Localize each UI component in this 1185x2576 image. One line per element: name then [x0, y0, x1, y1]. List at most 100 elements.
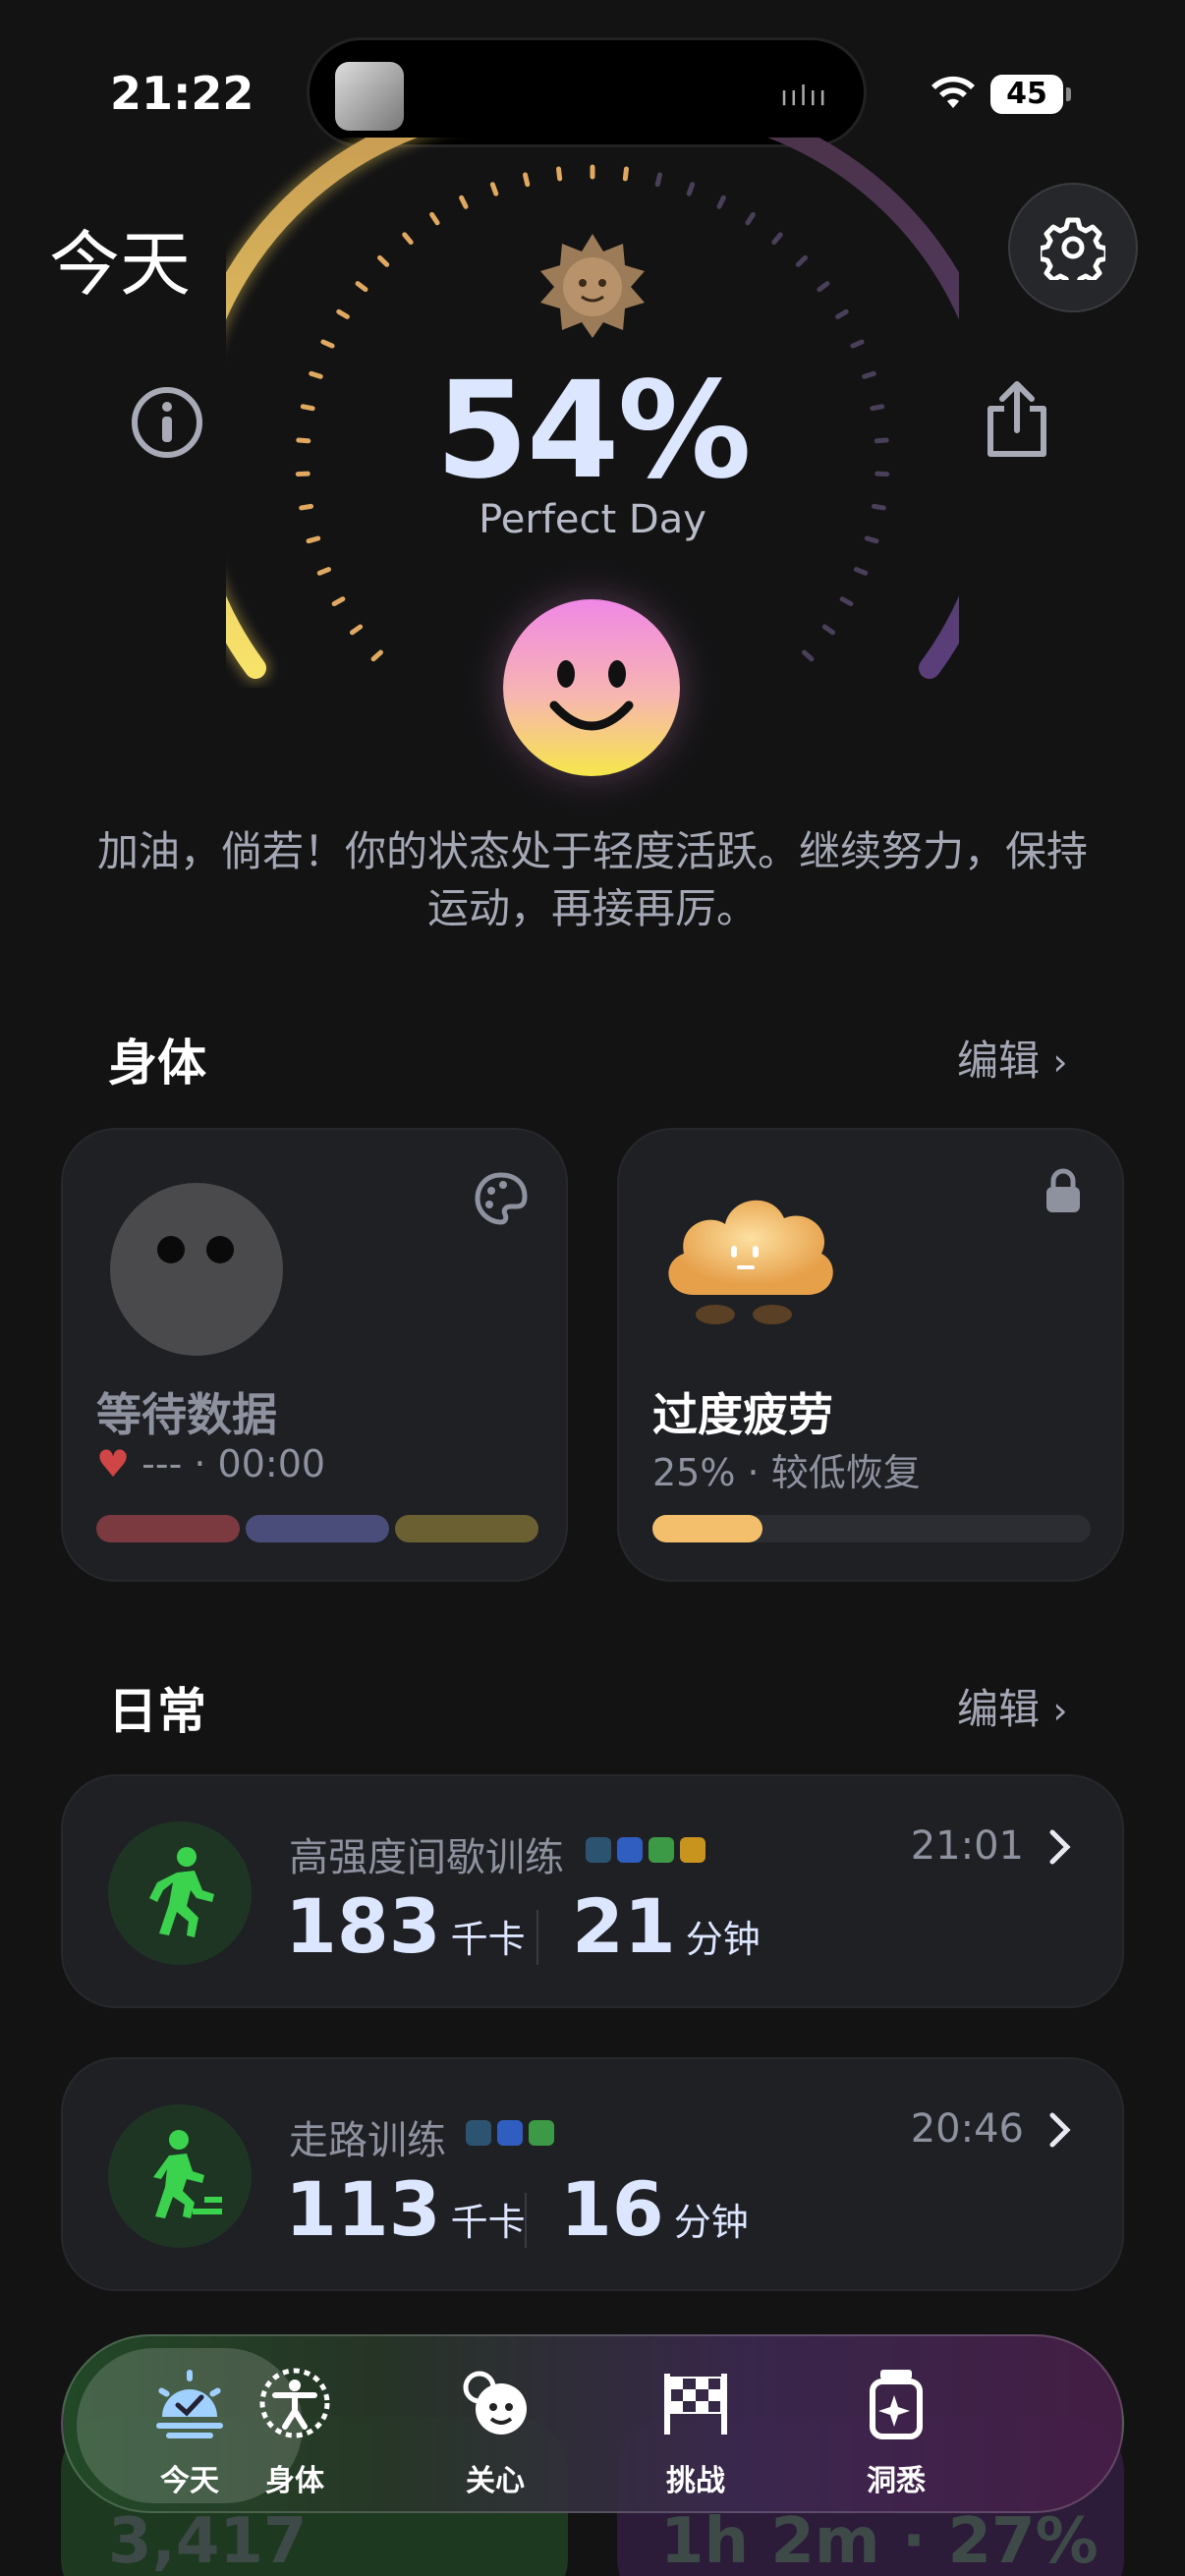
battery-indicator: 45: [990, 75, 1071, 114]
tab-label: 挑战: [666, 2464, 725, 2498]
tab-bar: 今天 身体 关心 挑战 洞悉: [61, 2334, 1124, 2513]
checkered-flag-icon: [664, 2374, 727, 2435]
section-title-body: 身体: [108, 1035, 206, 1092]
chevron-right-icon: ›: [1052, 1040, 1068, 1084]
gauge-tick: [320, 339, 335, 349]
gauge-tick: [854, 567, 869, 576]
card-title: 过度疲劳: [652, 1388, 833, 1441]
wifi-icon: [931, 76, 975, 108]
gauge-tick: [771, 232, 783, 246]
gauge-tick: [556, 166, 563, 182]
chevron-right-icon: ›: [1052, 1689, 1068, 1732]
chevron-right-icon: [1049, 1829, 1071, 1865]
zone-dots: [466, 2120, 554, 2146]
gauge-tick: [331, 596, 346, 607]
gauge-tick: [850, 339, 865, 349]
info-icon[interactable]: [128, 383, 206, 462]
gauge-tick: [429, 211, 440, 226]
body-card-fatigue[interactable]: 过度疲劳 25% · 较低恢复: [617, 1128, 1124, 1582]
settings-button[interactable]: [1008, 183, 1138, 312]
tab-label: 身体: [265, 2464, 324, 2498]
activity-time: 20:46: [910, 2106, 1024, 2152]
gauge-tick: [795, 254, 809, 267]
chevron-right-icon: [1049, 2112, 1071, 2148]
palette-icon[interactable]: [472, 1169, 531, 1228]
activity-icon-wrap: [108, 2104, 252, 2248]
gauge-tick: [802, 649, 815, 662]
dynamic-island[interactable]: ıılıı: [307, 37, 867, 147]
stat-divider: [536, 1910, 538, 1965]
card-subtitle: 25% · 较低恢复: [652, 1451, 921, 1494]
gauge-tick: [316, 567, 331, 576]
cloud-mascot-icon: [668, 1200, 833, 1324]
activity-name: 高强度间歇训练: [289, 1835, 564, 1880]
minutes-stat: 16 分钟: [560, 2165, 749, 2253]
tab-body[interactable]: 身体: [197, 2336, 393, 2515]
stat-divider: [525, 2193, 527, 2248]
lock-icon: [1046, 1168, 1080, 1212]
edit-label: 编辑: [957, 1036, 1041, 1085]
status-message: 加油，倘若！你的状态处于轻度活跃。继续努力，保持运动，再接再厉。: [96, 827, 1088, 932]
calories-stat: 183 千卡: [285, 1882, 526, 1970]
section-title-daily: 日常: [108, 1683, 206, 1740]
gauge-tick: [522, 172, 531, 188]
activity-time: 21:01: [910, 1823, 1024, 1869]
gear-icon: [1041, 217, 1105, 280]
gauge-tick: [489, 182, 499, 196]
activity-row[interactable]: 走路训练 20:46 113 千卡 16 分钟: [61, 2057, 1124, 2291]
mood-smiley-icon[interactable]: [503, 599, 680, 776]
now-playing-artwork: [335, 62, 404, 131]
gauge-tick: [745, 211, 756, 226]
body-card-waiting[interactable]: 等待数据 ♥ --- · 00:00: [61, 1128, 568, 1582]
gauge-tick: [654, 172, 663, 188]
card-subtitle: ♥ --- · 00:00: [96, 1442, 326, 1485]
running-icon: [149, 1847, 214, 1937]
activity-icon-wrap: [108, 1821, 252, 1965]
gauge-tick: [686, 182, 696, 196]
gauge-tick: [459, 195, 469, 209]
peek-sleep: 1h 2m · 27%: [660, 2505, 1099, 2576]
gauge-tick: [835, 308, 849, 319]
bar-segment-yellow: [395, 1515, 538, 1542]
gauge-tick: [622, 166, 629, 182]
sparkle-jar-icon: [870, 2370, 923, 2439]
share-icon[interactable]: [979, 379, 1055, 460]
gauge-tick: [821, 624, 836, 636]
bar-segment-red: [96, 1515, 240, 1542]
gauge-tick: [376, 254, 390, 267]
tab-insight[interactable]: 洞悉: [798, 2336, 994, 2515]
zone-dots: [586, 1837, 705, 1863]
gauge-tick: [817, 281, 830, 293]
audio-wave-icon: ıılıı: [780, 80, 828, 112]
peek-steps: 3,417: [108, 2505, 308, 2576]
activity-row[interactable]: 高强度间歇训练 21:01 183 千卡 21 分钟: [61, 1774, 1124, 2008]
bar-segment-blue: [246, 1515, 389, 1542]
activity-name: 走路训练: [289, 2118, 446, 2163]
gauge-tick: [716, 195, 726, 209]
placeholder-face-icon: [110, 1183, 283, 1356]
gauge-tick: [336, 308, 350, 319]
accessibility-person-icon: [259, 2368, 330, 2438]
gauge-tick: [370, 649, 383, 662]
score-value: 54%: [435, 354, 752, 509]
gauge-tick: [355, 281, 368, 293]
status-time: 21:22: [110, 67, 254, 120]
heart-icon: ♥: [96, 1442, 131, 1485]
progress-fill: [652, 1515, 762, 1542]
body-edit-link[interactable]: 编辑 ›: [957, 1028, 1068, 1088]
tab-label: 洞悉: [867, 2464, 926, 2498]
care-faces-icon: [463, 2371, 527, 2435]
tab-care[interactable]: 关心: [397, 2336, 593, 2515]
daily-edit-link[interactable]: 编辑 ›: [957, 1676, 1068, 1736]
walking-stairs-icon: [153, 2130, 222, 2218]
edit-label: 编辑: [957, 1685, 1041, 1733]
tab-label: 关心: [466, 2464, 525, 2498]
gauge-tick: [402, 232, 414, 246]
card-title: 等待数据: [96, 1388, 277, 1441]
calories-stat: 113 千卡: [285, 2165, 526, 2253]
tab-challenge[interactable]: 挑战: [597, 2336, 794, 2515]
gauge-tick: [839, 596, 854, 607]
sun-mascot-icon: [540, 234, 645, 338]
minutes-stat: 21 分钟: [572, 1882, 761, 1970]
score-label: Perfect Day: [479, 497, 706, 542]
